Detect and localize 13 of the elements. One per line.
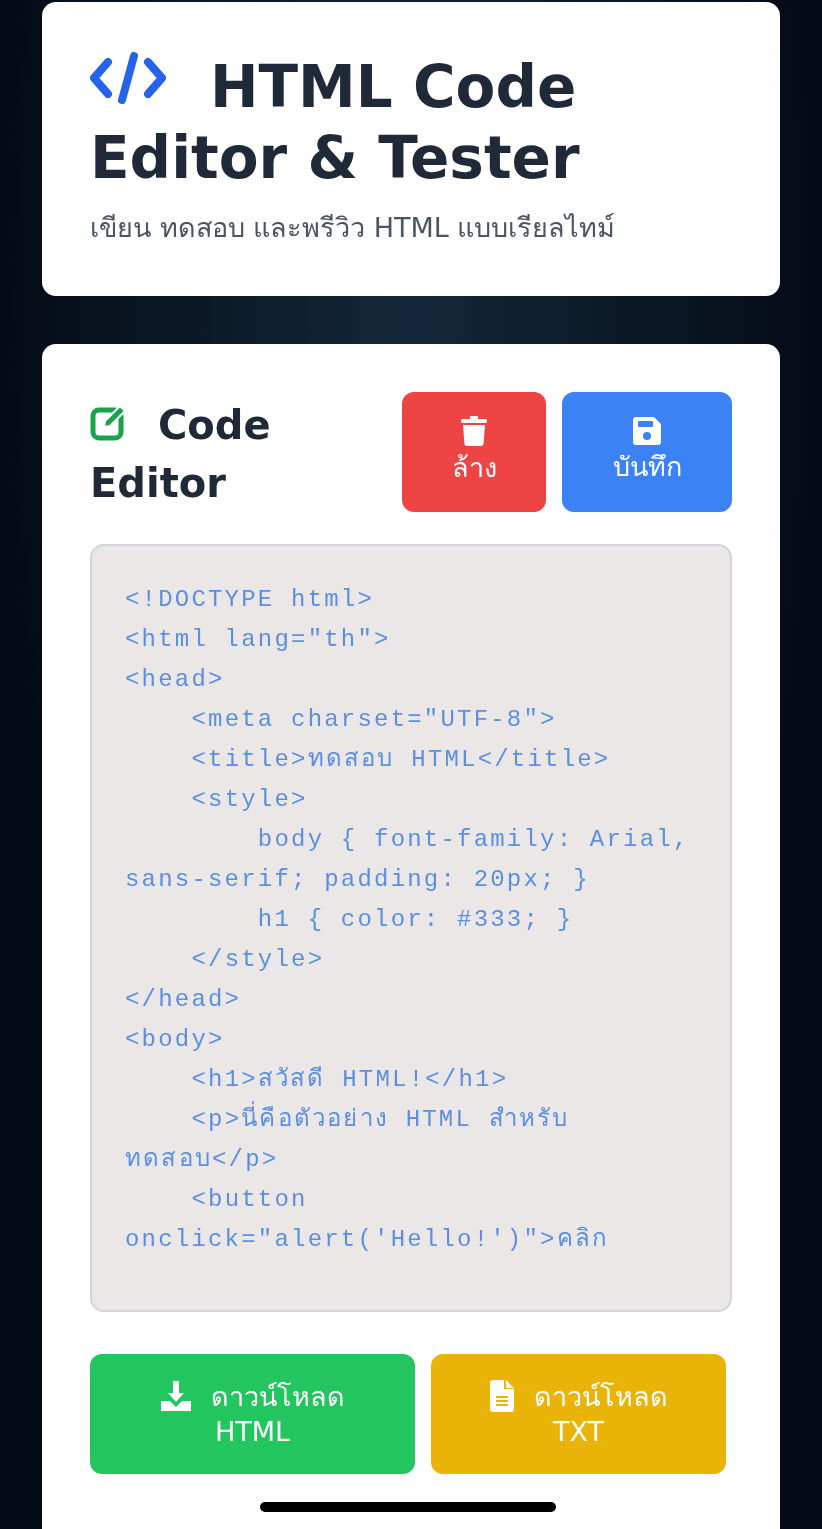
code-icon xyxy=(90,52,166,105)
download-txt-button[interactable]: ดาวน์โหลด TXT xyxy=(431,1354,726,1474)
clear-button[interactable]: ล้าง xyxy=(402,392,546,512)
download-icon xyxy=(160,1381,191,1412)
save-button[interactable]: บันทึก xyxy=(562,392,732,512)
file-icon xyxy=(489,1380,514,1413)
page-subtitle: เขียน ทดสอบ และพรีวิว HTML แบบเรียลไทม์ xyxy=(90,210,617,245)
code-editor[interactable]: <!DOCTYPE html> <html lang="th"> <head> <meta charset="UTF-8"> <title>ทดสอบ HTML</title> <style> body { font-family: Arial, sans-serif; padding: 20px; } h1 { color: #333; } </style> </head> <body> <h1>สวัสดี HTML!</h1> <p>นี่คือตัวอย่าง HTML สำหรับทดสอบ</p> <button onclick="alert('Hello!')">คลิก xyxy=(90,544,732,1312)
trash-icon xyxy=(461,415,487,446)
download-html-button[interactable]: ดาวน์โหลด HTML xyxy=(90,1354,415,1474)
editor-title: Code Editor xyxy=(90,401,272,508)
save-icon xyxy=(633,416,661,445)
page-title: HTML Code Editor & Tester xyxy=(90,52,581,194)
